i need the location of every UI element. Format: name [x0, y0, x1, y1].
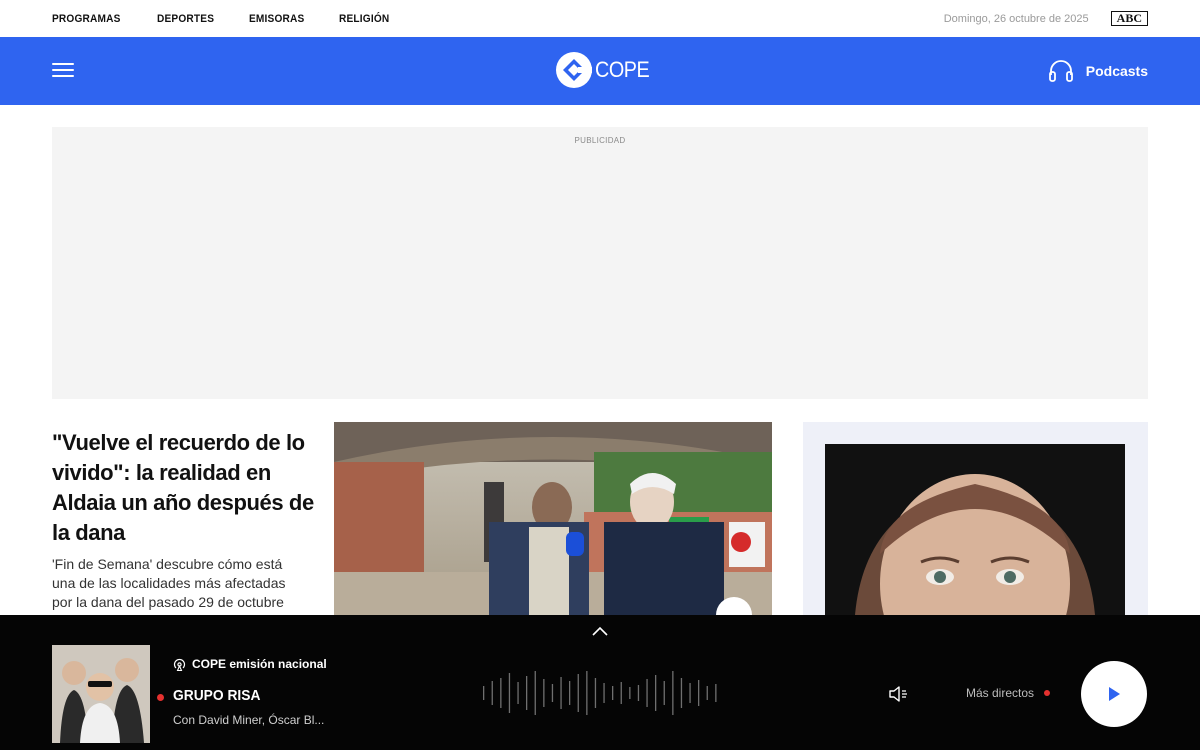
waveform-bar — [689, 683, 691, 703]
waveform-bar — [637, 685, 640, 701]
live-indicator — [157, 694, 164, 701]
waveform-bar — [655, 675, 657, 711]
nav-emisoras[interactable]: EMISORAS — [249, 13, 304, 25]
nav-religion[interactable]: RELIGIÓN — [339, 13, 389, 25]
abc-logo-link[interactable]: ABC — [1110, 11, 1148, 26]
program-cover[interactable] — [52, 645, 150, 743]
program-subtitle: Con David Miner, Óscar Bl... — [173, 713, 325, 727]
waveform-bar — [603, 683, 605, 703]
program-title[interactable]: GRUPO RISA — [173, 687, 260, 704]
waveform-bar — [551, 684, 554, 702]
waveform-bar — [569, 681, 571, 705]
chevron-up-icon[interactable] — [590, 624, 610, 638]
speaker-muted-icon[interactable] — [887, 683, 909, 705]
podcasts-link[interactable]: Podcasts — [1048, 59, 1148, 83]
waveform-bar — [680, 678, 683, 708]
more-live-button[interactable]: Más directos — [966, 686, 1051, 700]
top-bar: PROGRAMAS DEPORTES EMISORAS RELIGIÓN Dom… — [0, 0, 1200, 37]
advertisement-slot: PUBLICIDAD — [52, 127, 1148, 399]
nav-programas[interactable]: PROGRAMAS — [52, 13, 121, 25]
waveform-bar — [491, 681, 493, 705]
article-summary: 'Fin de Semana' descubre cómo está una d… — [52, 556, 286, 610]
waveform-bar — [534, 671, 536, 715]
waveform-bar — [629, 687, 631, 699]
featured-portrait-image — [825, 444, 1125, 615]
waveform-bar — [706, 686, 708, 700]
emission-text: COPE emisión nacional — [192, 657, 327, 671]
top-navigation: PROGRAMAS DEPORTES EMISORAS RELIGIÓN — [52, 13, 394, 25]
waveform-bar — [500, 678, 502, 708]
waveform-bar — [526, 676, 528, 710]
play-button[interactable] — [1081, 661, 1147, 727]
top-bar-right: Domingo, 26 octubre de 2025 ABC — [944, 11, 1148, 26]
waveform-bar — [715, 684, 717, 702]
radio-broadcast-icon — [173, 658, 186, 671]
waveform-bar — [594, 678, 597, 708]
audio-waveform — [483, 671, 717, 715]
live-player: COPE emisión nacional GRUPO RISA Con Dav… — [0, 615, 1200, 750]
more-live-label: Más directos — [966, 686, 1035, 700]
waveform-bar — [483, 686, 485, 700]
article-photo[interactable] — [334, 422, 772, 615]
logo-text: COPE — [595, 57, 650, 82]
program-cover-image — [52, 645, 150, 743]
waveform-bar — [646, 679, 648, 707]
waveform-bar — [663, 681, 665, 705]
headphones-icon — [1048, 60, 1073, 82]
waveform-bar — [698, 680, 700, 706]
waveform-bar — [560, 677, 562, 709]
featured-portrait[interactable] — [825, 444, 1125, 615]
waveform-bar — [543, 679, 545, 707]
main-header: COPE Podcasts — [0, 37, 1200, 105]
cope-logo[interactable]: COPE — [556, 52, 655, 88]
waveform-bar — [577, 674, 579, 712]
waveform-bar — [672, 671, 674, 715]
article-headline[interactable]: "Vuelve el recuerdo de lo vivido": la re… — [52, 428, 314, 548]
waveform-bar — [620, 682, 622, 704]
waveform-bar — [508, 673, 511, 713]
emission-label[interactable]: COPE emisión nacional — [173, 657, 327, 671]
hamburger-icon[interactable] — [52, 63, 76, 79]
ad-label: PUBLICIDAD — [574, 136, 626, 145]
article-photo-image — [334, 422, 772, 615]
cope-logo-mark-icon — [556, 52, 592, 88]
waveform-bar — [517, 682, 519, 704]
podcasts-label: Podcasts — [1085, 63, 1148, 79]
waveform-bar — [612, 686, 614, 700]
more-live-dot — [1044, 690, 1051, 696]
nav-deportes[interactable]: DEPORTES — [157, 13, 214, 25]
play-icon — [1109, 687, 1120, 701]
current-date: Domingo, 26 octubre de 2025 — [943, 12, 1089, 25]
waveform-bar — [586, 671, 588, 715]
